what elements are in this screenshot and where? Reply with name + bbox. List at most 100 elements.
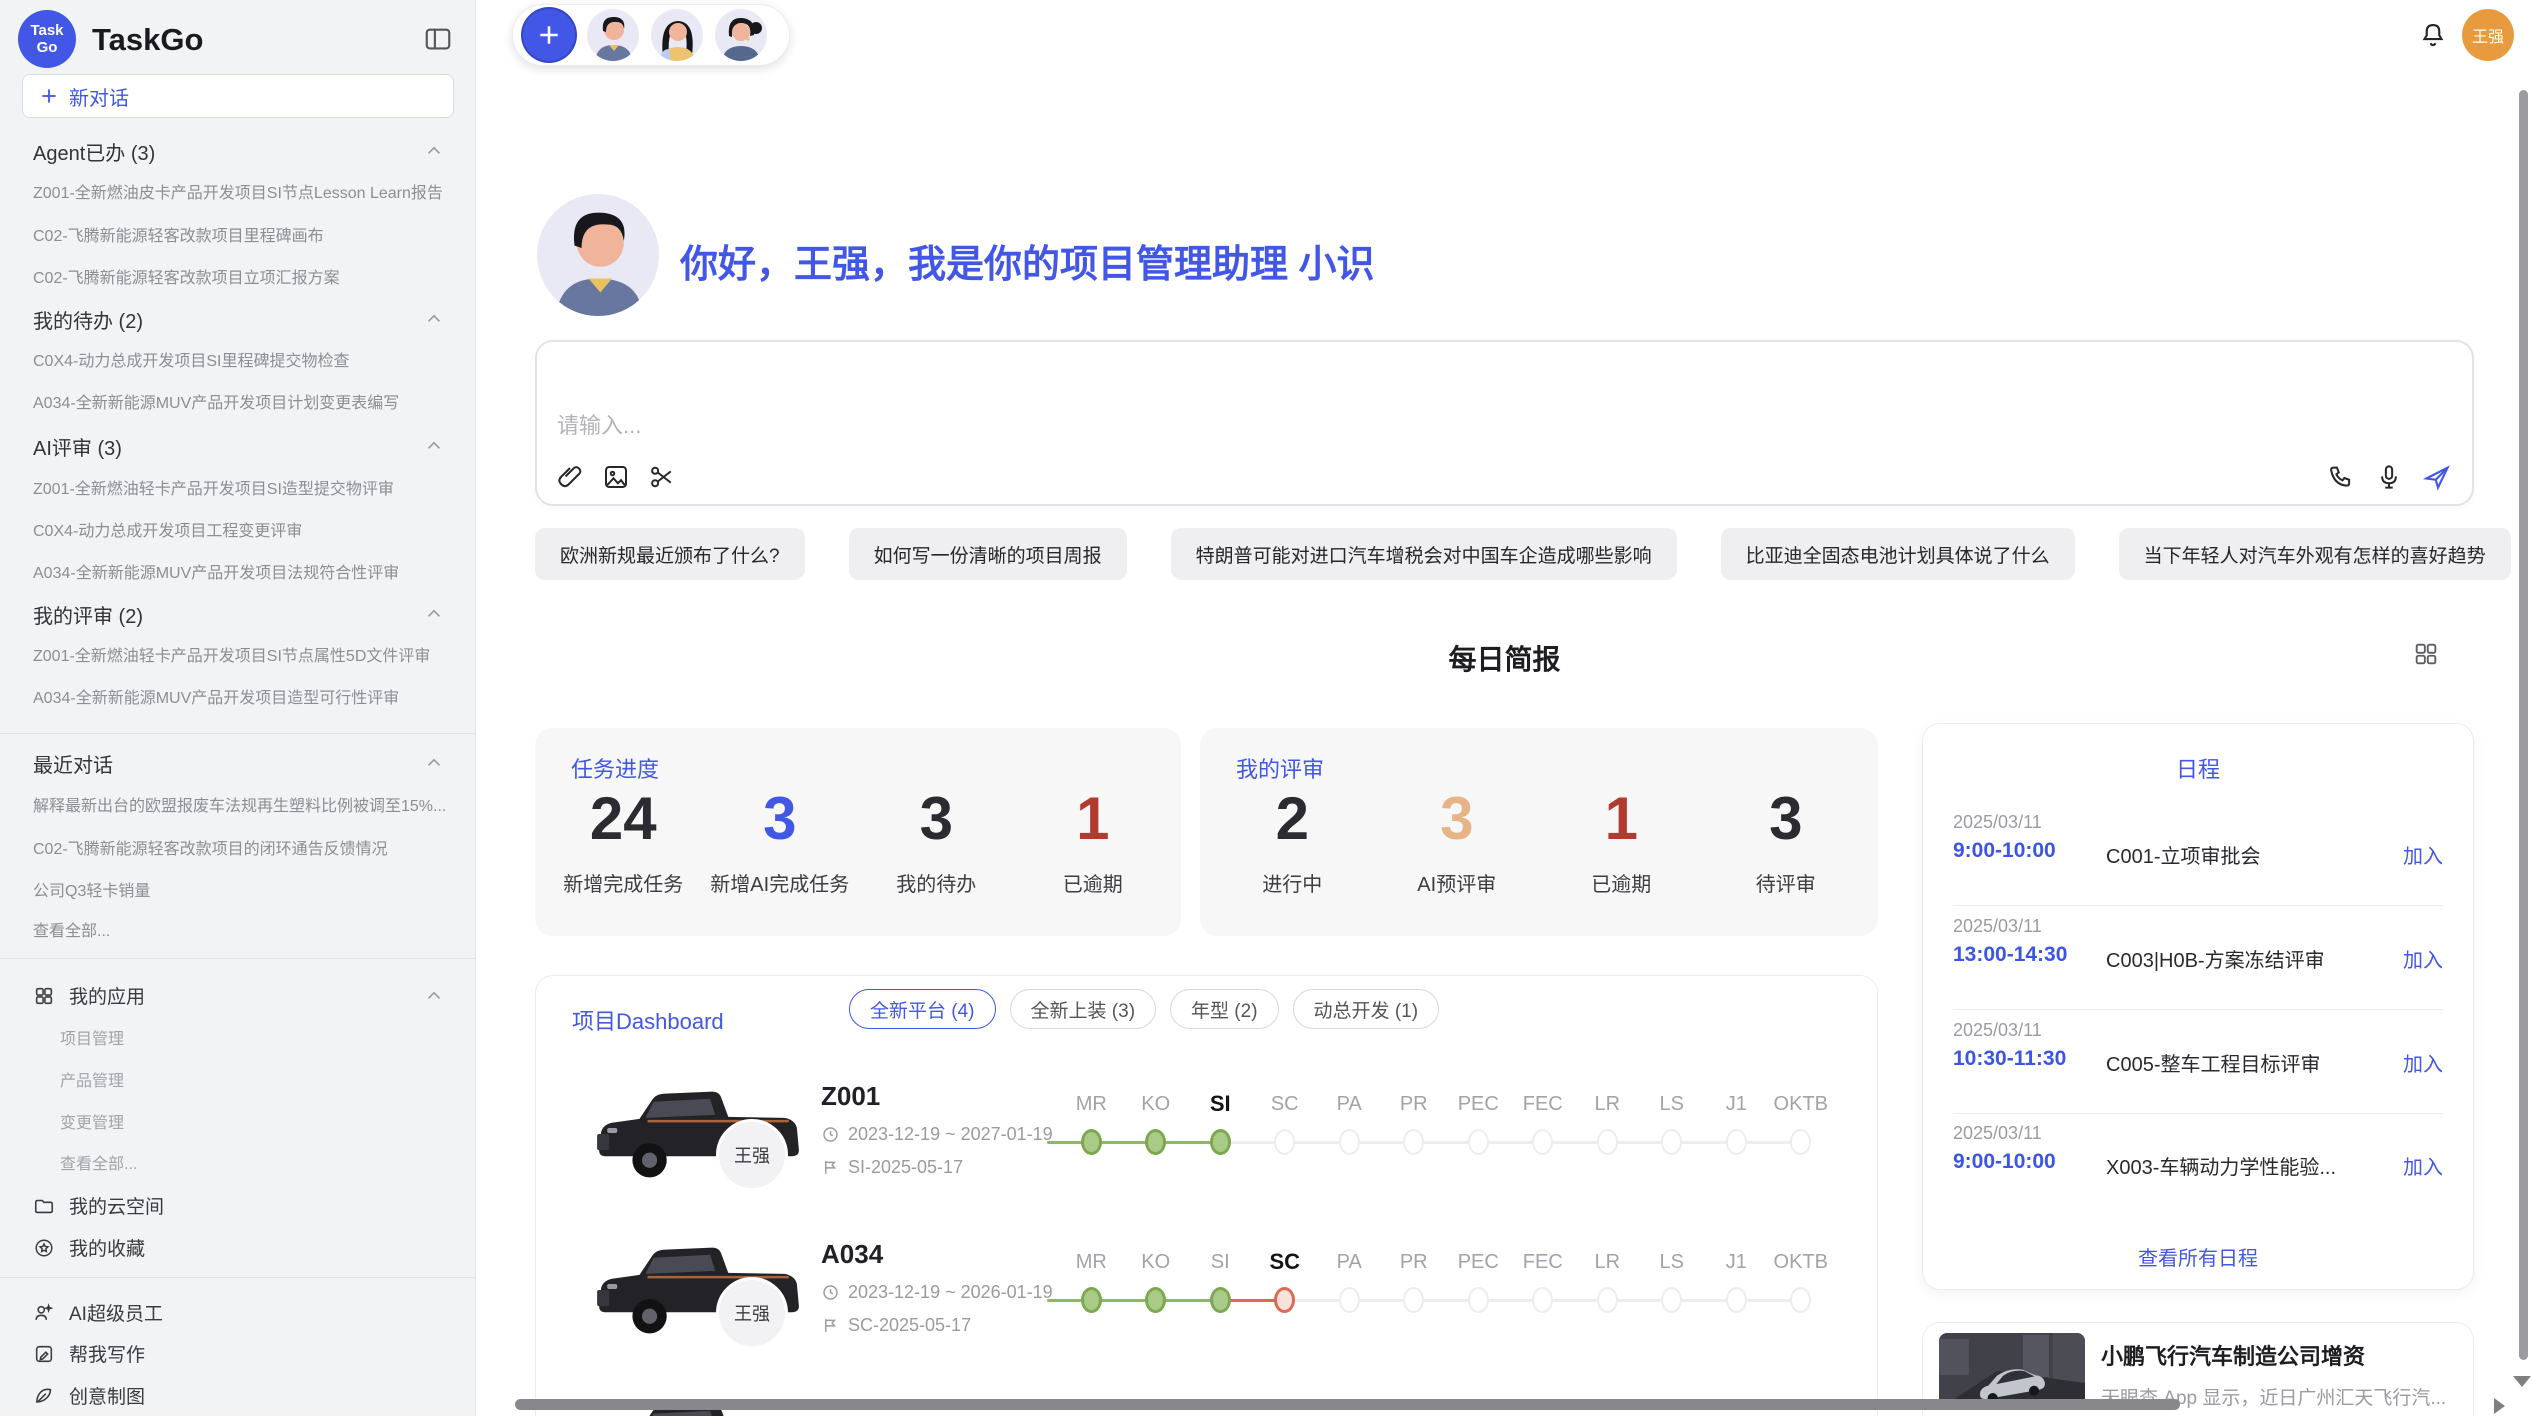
phone-icon[interactable] [2326, 462, 2356, 492]
list-item[interactable]: 公司Q3轻卡销量 [33, 877, 453, 901]
stat-label: 进行中 [1210, 868, 1375, 897]
dashboard-title: 项目Dashboard [572, 1004, 724, 1036]
image-icon[interactable] [601, 462, 631, 492]
divider [1953, 1113, 2443, 1114]
milestone-dot [1532, 1129, 1553, 1155]
vertical-scrollbar[interactable] [2519, 90, 2528, 1360]
apps-view-all[interactable]: 查看全部... [60, 1150, 453, 1174]
milestone-dot [1661, 1129, 1682, 1155]
sidebar-collapse-icon[interactable] [423, 24, 453, 54]
chevron-up-icon[interactable] [423, 752, 445, 774]
attachment-icon[interactable] [555, 462, 585, 492]
app-link-project-mgmt[interactable]: 项目管理 [60, 1025, 453, 1049]
logo-line1: Task [30, 22, 63, 39]
send-icon[interactable] [2422, 462, 2452, 492]
milestone-label: OKTB [1769, 1091, 1834, 1117]
stat-label: 我的待办 [858, 868, 1015, 897]
schedule-date: 2025/03/11 [1953, 812, 2042, 833]
chevron-up-icon[interactable] [423, 985, 445, 1007]
chevron-up-icon[interactable] [423, 435, 445, 457]
feather-icon [33, 1385, 55, 1407]
stat: 1已逾期 [1539, 786, 1704, 897]
layout-grid-icon[interactable] [2412, 640, 2440, 668]
chevron-up-icon[interactable] [423, 308, 445, 330]
list-item[interactable]: C02-飞腾新能源轻客改款项目立项汇报方案 [33, 264, 453, 288]
new-chat-button[interactable]: 新对话 [22, 74, 454, 118]
list-item[interactable]: Z001-全新燃油轻卡产品开发项目SI造型提交物评审 [33, 475, 453, 499]
join-link[interactable]: 加入 [2403, 1151, 2443, 1180]
project-code[interactable]: Z001 [821, 1081, 880, 1112]
milestone-label: PR [1382, 1249, 1447, 1275]
list-item[interactable]: C0X4-动力总成开发项目工程变更评审 [33, 517, 453, 541]
avatar[interactable] [715, 9, 767, 61]
milestone-dot-done [1210, 1287, 1231, 1313]
favorites-label: 我的收藏 [69, 1234, 145, 1261]
join-link[interactable]: 加入 [2403, 840, 2443, 869]
project-code[interactable]: A034 [821, 1239, 883, 1270]
section-my-review[interactable]: 我的评审 (2) [33, 600, 415, 629]
news-title[interactable]: 小鹏飞行汽车制造公司增资 [2101, 1339, 2365, 1371]
sidebar-item-favorites[interactable]: 我的收藏 [33, 1234, 453, 1261]
schedule-view-all[interactable]: 查看所有日程 [1923, 1242, 2473, 1271]
section-ai-review[interactable]: AI评审 (3) [33, 432, 415, 461]
suggestion-chip[interactable]: 如何写一份清晰的项目周报 [849, 528, 1127, 580]
section-my-todo[interactable]: 我的待办 (2) [33, 305, 415, 334]
sidebar-item-my-apps[interactable]: 我的应用 [33, 982, 453, 1009]
divider [0, 1277, 475, 1278]
stat-value: 3 [858, 786, 1015, 852]
sidebar-item-cloud-space[interactable]: 我的云空间 [33, 1192, 453, 1219]
stat-value: 3 [702, 786, 859, 852]
list-item[interactable]: C02-飞腾新能源轻客改款项目里程碑画布 [33, 222, 453, 246]
clock-icon [821, 1283, 840, 1302]
schedule-time: 10:30-11:30 [1953, 1047, 2066, 1071]
horizontal-scrollbar[interactable] [515, 1399, 2180, 1410]
filter-tab[interactable]: 全新上装 (3) [1010, 989, 1157, 1029]
list-item[interactable]: A034-全新新能源MUV产品开发项目计划变更表编写 [33, 389, 453, 413]
app-link-product-mgmt[interactable]: 产品管理 [60, 1067, 453, 1091]
avatar[interactable] [651, 9, 703, 61]
join-link[interactable]: 加入 [2403, 944, 2443, 973]
add-agent-button[interactable] [523, 9, 575, 61]
user-avatar[interactable]: 王强 [2462, 9, 2514, 61]
milestone-dot [1661, 1287, 1682, 1313]
filter-tab[interactable]: 年型 (2) [1170, 989, 1279, 1029]
join-link[interactable]: 加入 [2403, 1048, 2443, 1077]
milestone-dot-done [1145, 1287, 1166, 1313]
mic-icon[interactable] [2374, 462, 2404, 492]
list-item[interactable]: Z001-全新燃油轻卡产品开发项目SI节点属性5D文件评审 [33, 642, 453, 666]
filter-tab[interactable]: 动总开发 (1) [1293, 989, 1440, 1029]
chat-input[interactable]: 请输入... [535, 340, 2474, 506]
scissors-icon[interactable] [647, 462, 677, 492]
scroll-right-arrow[interactable] [2494, 1398, 2505, 1414]
chevron-up-icon[interactable] [423, 140, 445, 162]
filter-tab[interactable]: 全新平台 (4) [849, 989, 996, 1029]
help-me-write-label: 帮我写作 [69, 1340, 145, 1367]
flag-icon [821, 1158, 840, 1177]
sidebar-item-help-me-write[interactable]: 帮我写作 [33, 1340, 453, 1367]
section-recent-chats[interactable]: 最近对话 [33, 749, 415, 778]
list-item[interactable]: A034-全新新能源MUV产品开发项目法规符合性评审 [33, 559, 453, 583]
sidebar-item-creative-drawing[interactable]: 创意制图 [33, 1382, 453, 1409]
list-item[interactable]: C02-飞腾新能源轻客改款项目的闭环通告反馈情况 [33, 835, 453, 859]
list-item[interactable]: Z001-全新燃油皮卡产品开发项目SI节点Lesson Learn报告 [33, 179, 453, 203]
suggestion-chip[interactable]: 特朗普可能对进口汽车增税会对中国车企造成哪些影响 [1171, 528, 1677, 580]
stat: 3待评审 [1704, 786, 1869, 897]
milestone-label: LS [1640, 1249, 1705, 1275]
suggestion-chip[interactable]: 比亚迪全固态电池计划具体说了什么 [1721, 528, 2075, 580]
suggestion-chip[interactable]: 当下年轻人对汽车外观有怎样的喜好趋势 [2119, 528, 2511, 580]
section-agent-done[interactable]: Agent已办 (3) [33, 137, 415, 166]
list-item[interactable]: A034-全新新能源MUV产品开发项目造型可行性评审 [33, 684, 453, 708]
suggestion-chips: 欧洲新规最近颁布了什么? 如何写一份清晰的项目周报 特朗普可能对进口汽车增税会对… [535, 528, 2511, 580]
chevron-up-icon[interactable] [423, 603, 445, 625]
list-item[interactable]: C0X4-动力总成开发项目SI里程碑提交物检查 [33, 347, 453, 371]
stat-label: 已逾期 [1015, 868, 1172, 897]
notification-bell-icon[interactable] [2418, 20, 2448, 50]
greeting-text: 你好，王强，我是你的项目管理助理 小识 [680, 233, 1375, 288]
app-link-change-mgmt[interactable]: 变更管理 [60, 1109, 453, 1133]
recent-view-all[interactable]: 查看全部... [33, 917, 453, 941]
sidebar-item-ai-super-staff[interactable]: AI超级员工 [33, 1299, 453, 1326]
list-item[interactable]: 解释最新出台的欧盟报废车法规再生塑料比例被调至15%... [33, 792, 453, 816]
suggestion-chip[interactable]: 欧洲新规最近颁布了什么? [535, 528, 805, 580]
avatar[interactable] [587, 9, 639, 61]
scroll-down-arrow[interactable] [2513, 1376, 2531, 1387]
